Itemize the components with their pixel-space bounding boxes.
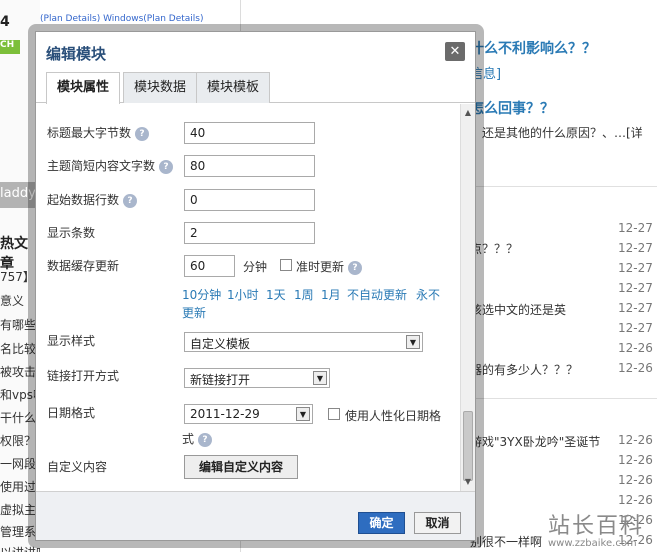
bg-date: 12-26 [618,361,653,375]
humanize-date-label: 使用人性化日期格 [345,409,442,423]
help-icon[interactable]: ? [123,193,138,208]
summary-length-text: 主题简短内容文字数 [47,159,156,173]
close-icon[interactable]: ✕ [445,42,465,61]
bg-date: 12-27 [618,281,653,295]
date-format-value: 2011-12-29 [190,407,260,421]
dialog-title: 编辑模块 [46,45,107,63]
custom-content-label: 自定义内容 [47,460,108,474]
dialog-footer: 确定 取消 [36,491,475,540]
tab-module-template[interactable]: 模块模板 [196,72,271,103]
humanize-date-wrap-text: 式 [182,432,195,446]
ontime-update-text: 准时更新 [296,260,345,274]
help-icon[interactable]: ? [159,159,174,174]
bg-left-line[interactable]: 意义 [0,292,24,309]
bg-date: 12-26 [618,453,653,467]
confirm-button[interactable]: 确定 [358,512,405,534]
bg-date: 12-26 [618,493,653,507]
cancel-button[interactable]: 取消 [414,512,461,534]
bg-separator [470,398,657,399]
quick-option-1week[interactable]: 1周 [294,286,314,303]
bg-left-badge: CH [0,40,20,54]
quick-option-never-wrap[interactable]: 更新 [182,304,206,321]
bg-list-text[interactable]: 游戏"3YX卧龙吟"圣诞节 [470,433,600,450]
title-max-length-label: 标题最大字节数? [47,124,150,141]
cache-unit-label: 分钟 [243,260,268,274]
cache-minutes-input[interactable]: 60 [184,255,235,277]
bg-date: 12-27 [618,241,653,255]
bg-list-text[interactable]: 该选中文的还是英 [470,301,566,318]
bg-date: 12-27 [618,321,653,335]
bg-list-text[interactable]: 器的有多少人？？？ [470,361,578,378]
cache-update-label: 数据缓存更新 [47,259,120,273]
quick-option-never[interactable]: 永不 [416,286,440,303]
date-format-select[interactable]: 2011-12-29 ▼ [184,404,313,424]
tab-bar: 模块属性 模块数据 模块模板 [36,70,475,104]
title-max-length-text: 标题最大字节数 [47,126,132,140]
bg-date: 12-26 [618,433,653,447]
scrollbar-thumb[interactable] [463,411,473,481]
tab-module-data[interactable]: 模块数据 [123,72,198,103]
quick-option-1month[interactable]: 1月 [321,286,341,303]
quick-option-10min[interactable]: 10分钟 [182,286,221,303]
bg-question-excerpt: ？还是其他的什么原因？、…[详 [470,126,643,140]
display-style-label: 显示样式 [47,334,96,348]
link-open-select[interactable]: 新链接打开 ▼ [184,368,330,388]
quick-option-1day[interactable]: 1天 [266,286,286,303]
help-icon[interactable]: ? [198,432,213,447]
humanize-date-checkbox[interactable] [328,408,340,420]
help-icon[interactable]: ? [348,260,363,275]
summary-length-input[interactable]: 80 [184,155,315,177]
humanize-date-label-wrap: 式? [182,430,213,447]
start-row-input[interactable]: 0 [184,189,315,211]
watermark-logo: 站长百科 www.zzbaike.com [548,508,644,549]
bg-left-number: 4 [0,14,10,30]
dialog-body: 标题最大字节数? 40 主题简短内容文字数? 80 起始数据行数? 0 显示条数… [36,104,460,491]
ontime-update-checkbox[interactable] [280,259,292,271]
help-icon[interactable]: ? [135,126,150,141]
bg-date: 12-26 [618,341,653,355]
bg-date: 12-27 [618,301,653,315]
quick-option-1hour[interactable]: 1小时 [227,286,259,303]
display-style-select[interactable]: 自定义模板 ▼ [184,332,423,352]
tab-module-properties[interactable]: 模块属性 [46,72,121,104]
watermark-main: 站长百科 [548,514,645,539]
display-count-input[interactable]: 2 [184,222,315,244]
bg-date: 12-26 [618,473,653,487]
bg-topbar: (Plan Details) Windows(Plan Details) [40,14,204,24]
watermark-url: www.zzbaike.com [548,538,637,549]
chevron-down-icon[interactable]: ▼ [296,407,310,421]
bg-date: 12-27 [618,221,653,235]
link-open-value: 新链接打开 [190,373,251,387]
display-count-label: 显示条数 [47,226,96,240]
start-row-text: 起始数据行数 [47,193,120,207]
title-max-length-input[interactable]: 40 [184,122,315,144]
dialog-scrollbar[interactable]: ▲ ▼ [460,104,475,491]
start-row-label: 起始数据行数? [47,191,138,208]
edit-custom-content-button[interactable]: 编辑自定义内容 [184,455,298,479]
date-format-label: 日期格式 [47,406,96,420]
summary-length-label: 主题简短内容文字数? [47,157,174,174]
bg-question-title[interactable]: 什么不利影响么？？ [470,38,596,58]
display-style-value: 自定义模板 [190,337,251,351]
ontime-update-label: 准时更新? [296,258,363,275]
link-open-label: 链接打开方式 [47,369,120,383]
chevron-down-icon[interactable]: ▼ [313,371,327,385]
chevron-down-icon[interactable]: ▼ [406,335,420,349]
scroll-up-icon[interactable]: ▲ [461,106,475,120]
bg-date: 12-27 [618,261,653,275]
bg-right-column: 什么不利影响么？？ 信息] 怎么回事？？ ？还是其他的什么原因？、…[详 点？？… [470,0,657,552]
scroll-down-icon[interactable]: ▼ [461,475,475,489]
bg-separator [470,186,657,187]
edit-module-dialog: 编辑模块 ✕ 模块属性 模块数据 模块模板 标题最大字节数? 40 主题简短内容… [35,31,476,541]
quick-option-no-auto[interactable]: 不自动更新 [347,286,407,303]
